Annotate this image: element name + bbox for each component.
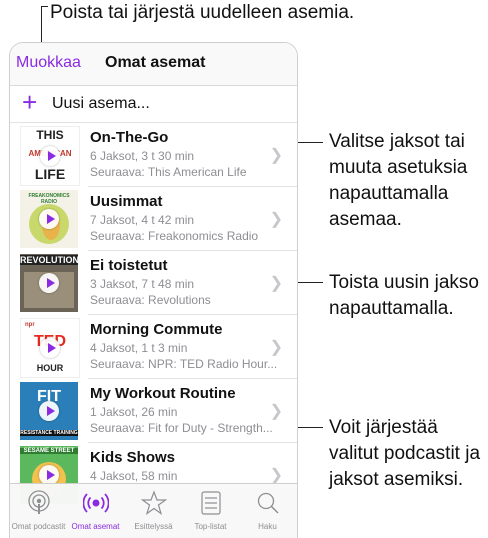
new-station-label: Uusi asema... bbox=[52, 95, 150, 112]
artwork-this-american-life: THIS LIFE AMERICAN bbox=[20, 126, 80, 186]
station-row[interactable]: FIT RESISTANCE TRAINING My Workout Routi… bbox=[10, 379, 297, 443]
list-icon bbox=[182, 490, 239, 516]
callout-arrange-line2: valitut podcastit ja bbox=[329, 443, 481, 464]
callout-select-line1: Valitse jaksot tai bbox=[329, 131, 465, 152]
tab-label: Haku bbox=[258, 522, 277, 531]
play-icon[interactable] bbox=[40, 338, 60, 358]
edit-button[interactable]: Muokkaa bbox=[16, 54, 81, 72]
tab-label: Top-listat bbox=[194, 522, 227, 531]
play-icon[interactable] bbox=[39, 273, 59, 293]
chevron-right-icon: ❯ bbox=[269, 339, 283, 356]
play-icon[interactable] bbox=[39, 465, 59, 485]
tab-label: Omat podcastit bbox=[11, 522, 66, 531]
play-icon[interactable] bbox=[39, 209, 59, 229]
station-row[interactable]: FREAKONOMICS RADIO Uusimmat 7 Jaksot, 4 … bbox=[10, 187, 297, 251]
station-title: Uusimmat bbox=[90, 193, 163, 210]
callout-select: Valitse jaksot tai muuta asetuksia napau… bbox=[329, 129, 467, 233]
station-title: Kids Shows bbox=[90, 449, 176, 466]
station-info: 4 Jaksot, 58 min bbox=[90, 469, 178, 483]
chevron-right-icon: ❯ bbox=[269, 211, 283, 228]
callout-arrange-line1: Voit järjestää bbox=[329, 417, 438, 438]
station-info: 4 Jaksot, 1 t 3 min bbox=[90, 341, 188, 355]
artwork-freakonomics: FREAKONOMICS RADIO bbox=[20, 190, 78, 248]
artwork-ted-radio-hour: npr TED HOUR bbox=[20, 318, 80, 378]
podcast-icon bbox=[10, 490, 67, 516]
chevron-right-icon: ❯ bbox=[269, 275, 283, 292]
tab-search[interactable]: Haku bbox=[239, 484, 296, 538]
station-title: Morning Commute bbox=[90, 321, 223, 338]
star-icon bbox=[125, 490, 182, 516]
chevron-right-icon: ❯ bbox=[269, 147, 283, 164]
artwork-revolutions: REVOLUTIONS bbox=[20, 254, 78, 312]
play-icon[interactable] bbox=[40, 146, 60, 166]
tab-featured[interactable]: Esittelyssä bbox=[125, 484, 182, 538]
callout-arrange-line3: jaksot asemiksi. bbox=[329, 469, 464, 490]
callout-play-line2: napauttamalla. bbox=[329, 298, 454, 319]
play-icon[interactable] bbox=[39, 401, 59, 421]
callout-arrange: Voit järjestää valitut podcastit ja jaks… bbox=[329, 415, 480, 493]
chevron-right-icon: ❯ bbox=[269, 467, 283, 484]
station-next: Seuraava: This American Life bbox=[90, 165, 247, 179]
tab-my-podcasts[interactable]: Omat podcastit bbox=[10, 484, 67, 538]
station-next: Seuraava: NPR: TED Radio Hour... bbox=[90, 357, 278, 371]
plus-icon: + bbox=[22, 87, 38, 117]
station-row[interactable]: REVOLUTIONS Ei toistetut 3 Jaksot, 7 t 4… bbox=[10, 251, 297, 315]
callout-play: Toista uusin jakso napauttamalla. bbox=[329, 270, 479, 322]
tab-bar: Omat podcastit Omat asemat Esittelyssä T… bbox=[10, 483, 297, 538]
tab-top-charts[interactable]: Top-listat bbox=[182, 484, 239, 538]
chevron-right-icon: ❯ bbox=[269, 403, 283, 420]
podcasts-screen: Muokkaa Omat asemat + Uusi asema... THIS… bbox=[9, 42, 298, 538]
callout-select-line4: asemaa. bbox=[329, 209, 402, 230]
station-row[interactable]: THIS LIFE AMERICAN On-The-Go 6 Jaksot, 3… bbox=[10, 123, 297, 187]
callout-select-line2: muuta asetuksia bbox=[329, 157, 468, 178]
callout-select-line3: napauttamalla bbox=[329, 183, 449, 204]
page-title: Omat asemat bbox=[105, 54, 206, 71]
station-info: 6 Jaksot, 3 t 30 min bbox=[90, 149, 195, 163]
station-icon bbox=[67, 490, 124, 516]
new-station-row[interactable]: + Uusi asema... bbox=[10, 86, 297, 123]
callout-play-line1: Toista uusin jakso bbox=[329, 272, 479, 293]
station-next: Seuraava: Revolutions bbox=[90, 293, 211, 307]
station-info: 3 Jaksot, 7 t 48 min bbox=[90, 277, 195, 291]
tab-label: Omat asemat bbox=[71, 522, 120, 531]
station-next: Seuraava: Fit for Duty - Strength... bbox=[90, 421, 273, 435]
tab-label: Esittelyssä bbox=[134, 522, 173, 531]
artwork-fit-for-duty: FIT RESISTANCE TRAINING bbox=[20, 382, 78, 440]
tab-my-stations[interactable]: Omat asemat bbox=[67, 484, 124, 538]
station-info: 7 Jaksot, 4 t 42 min bbox=[90, 213, 195, 227]
callout-edit: Poista tai järjestä uudelleen asemia. bbox=[50, 2, 355, 23]
station-title: My Workout Routine bbox=[90, 385, 236, 402]
callout-line-edit-h bbox=[41, 6, 48, 7]
station-row[interactable]: npr TED HOUR Morning Commute 4 Jaksot, 1… bbox=[10, 315, 297, 379]
station-info: 1 Jaksot, 26 min bbox=[90, 405, 178, 419]
station-title: Ei toistetut bbox=[90, 257, 168, 274]
station-title: On-The-Go bbox=[90, 129, 169, 146]
search-icon bbox=[239, 490, 296, 516]
nav-bar: Muokkaa Omat asemat bbox=[10, 43, 297, 86]
station-next: Seuraava: Freakonomics Radio bbox=[90, 229, 259, 243]
